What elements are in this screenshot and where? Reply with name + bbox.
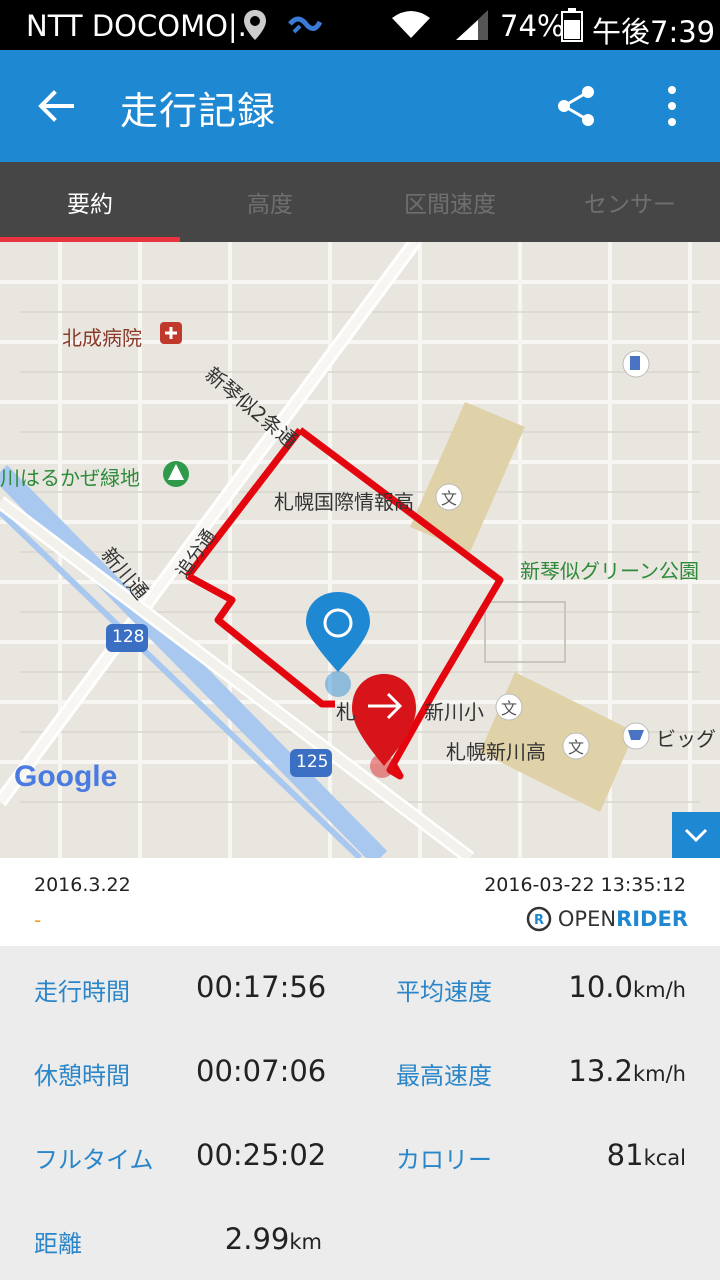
distance-label: 距離: [34, 1230, 82, 1258]
ride-info-strip: 2016.3.22 - 2016-03-22 13:35:12 R OPEN RI…: [0, 858, 720, 946]
svg-text:R: R: [534, 913, 544, 928]
max-speed-number: 13.2: [568, 1054, 633, 1088]
ride-stats: 走行時間 00:17:56 平均速度 10.0km/h 休憩時間 00:07:0…: [0, 946, 720, 1280]
distance-number: 2.99: [224, 1222, 290, 1256]
ride-time-value: 00:17:56: [196, 970, 327, 1004]
calorie-number: 81: [606, 1138, 644, 1172]
route-shield-125: 125: [296, 752, 329, 772]
docomo-icon: [288, 16, 322, 34]
expand-map-button[interactable]: [672, 812, 720, 858]
distance-unit: km: [289, 1230, 322, 1254]
full-time-label: フルタイム: [34, 1146, 154, 1174]
chevron-down-icon: [684, 828, 708, 843]
rest-time-value: 00:07:06: [196, 1054, 327, 1088]
ride-datetime: 2016-03-22 13:35:12: [484, 874, 686, 896]
tab-bar: 要約 高度 区間速度 センサー: [0, 162, 720, 242]
route-shield-128: 128: [112, 627, 145, 647]
clock: 午後7:39: [592, 15, 716, 49]
avg-speed-label: 平均速度: [396, 978, 492, 1006]
wifi-icon: [392, 11, 430, 38]
battery-icon: [561, 8, 583, 42]
app-bar: 走行記録: [0, 50, 720, 162]
svg-text:文: 文: [568, 738, 584, 757]
avg-speed-value: 10.0km/h: [530, 970, 686, 1004]
google-logo: Google: [14, 760, 118, 793]
calorie-label: カロリー: [396, 1146, 492, 1174]
tab-summary[interactable]: 要約: [0, 162, 180, 242]
map-label-hospital: 北成病院: [62, 326, 142, 350]
openrider-logo: R OPEN RIDER: [526, 906, 688, 932]
tab-sensor[interactable]: センサー: [540, 162, 720, 242]
map-label-park-green: 新琴似グリーン公園: [520, 559, 699, 583]
map-label-school-shinkawa-high: 札幌新川高: [446, 740, 546, 764]
svg-text:文: 文: [501, 699, 517, 718]
avg-speed-number: 10.0: [568, 970, 633, 1004]
openrider-logo-icon: R: [526, 906, 552, 932]
brand-open: OPEN: [557, 907, 617, 931]
max-speed-value: 13.2km/h: [530, 1054, 686, 1088]
calorie-unit: kcal: [643, 1146, 686, 1170]
map-label-school-kokusai: 札幌国際情報高: [274, 490, 414, 514]
calorie-value: 81kcal: [530, 1138, 686, 1172]
share-icon[interactable]: [552, 82, 600, 130]
distance-value: 2.99km: [196, 1222, 322, 1256]
tab-section-speed[interactable]: 区間速度: [360, 162, 540, 242]
brand-rider: RIDER: [616, 907, 688, 931]
rest-time-label: 休憩時間: [34, 1062, 130, 1090]
back-arrow-icon[interactable]: [34, 84, 78, 128]
more-options-icon[interactable]: [660, 82, 684, 130]
status-bar: NTT DOCOMO|. 74% 午後7:39: [0, 0, 720, 50]
signal-icon: [456, 10, 488, 40]
svg-text:文: 文: [441, 489, 457, 508]
start-pin-icon: [306, 592, 370, 697]
ride-time-label: 走行時間: [34, 978, 130, 1006]
carrier-name: NTT DOCOMO|.: [26, 9, 247, 43]
map-label-shop: ビッグ: [656, 727, 716, 751]
max-speed-label: 最高速度: [396, 1062, 492, 1090]
map-label-park-harukaze: 川はるかぜ緑地: [0, 466, 140, 490]
page-title: 走行記録: [120, 89, 277, 133]
max-speed-unit: km/h: [632, 1062, 686, 1086]
map-label-school-prefix: 札: [336, 700, 356, 724]
battery-percent: 74%: [500, 9, 565, 43]
full-time-value: 00:25:02: [196, 1138, 327, 1172]
location-icon: [244, 10, 266, 40]
route-map[interactable]: 文 文 文 北成病院 新琴似2条通 川はるかぜ緑地 札幌国際情報高 新琴似グリー…: [0, 242, 720, 858]
ride-note: -: [34, 908, 42, 932]
ride-date: 2016.3.22: [34, 874, 131, 896]
tab-altitude[interactable]: 高度: [180, 162, 360, 242]
map-label-school-shinkawa-elem: 新川小: [424, 700, 484, 724]
avg-speed-unit: km/h: [632, 978, 686, 1002]
